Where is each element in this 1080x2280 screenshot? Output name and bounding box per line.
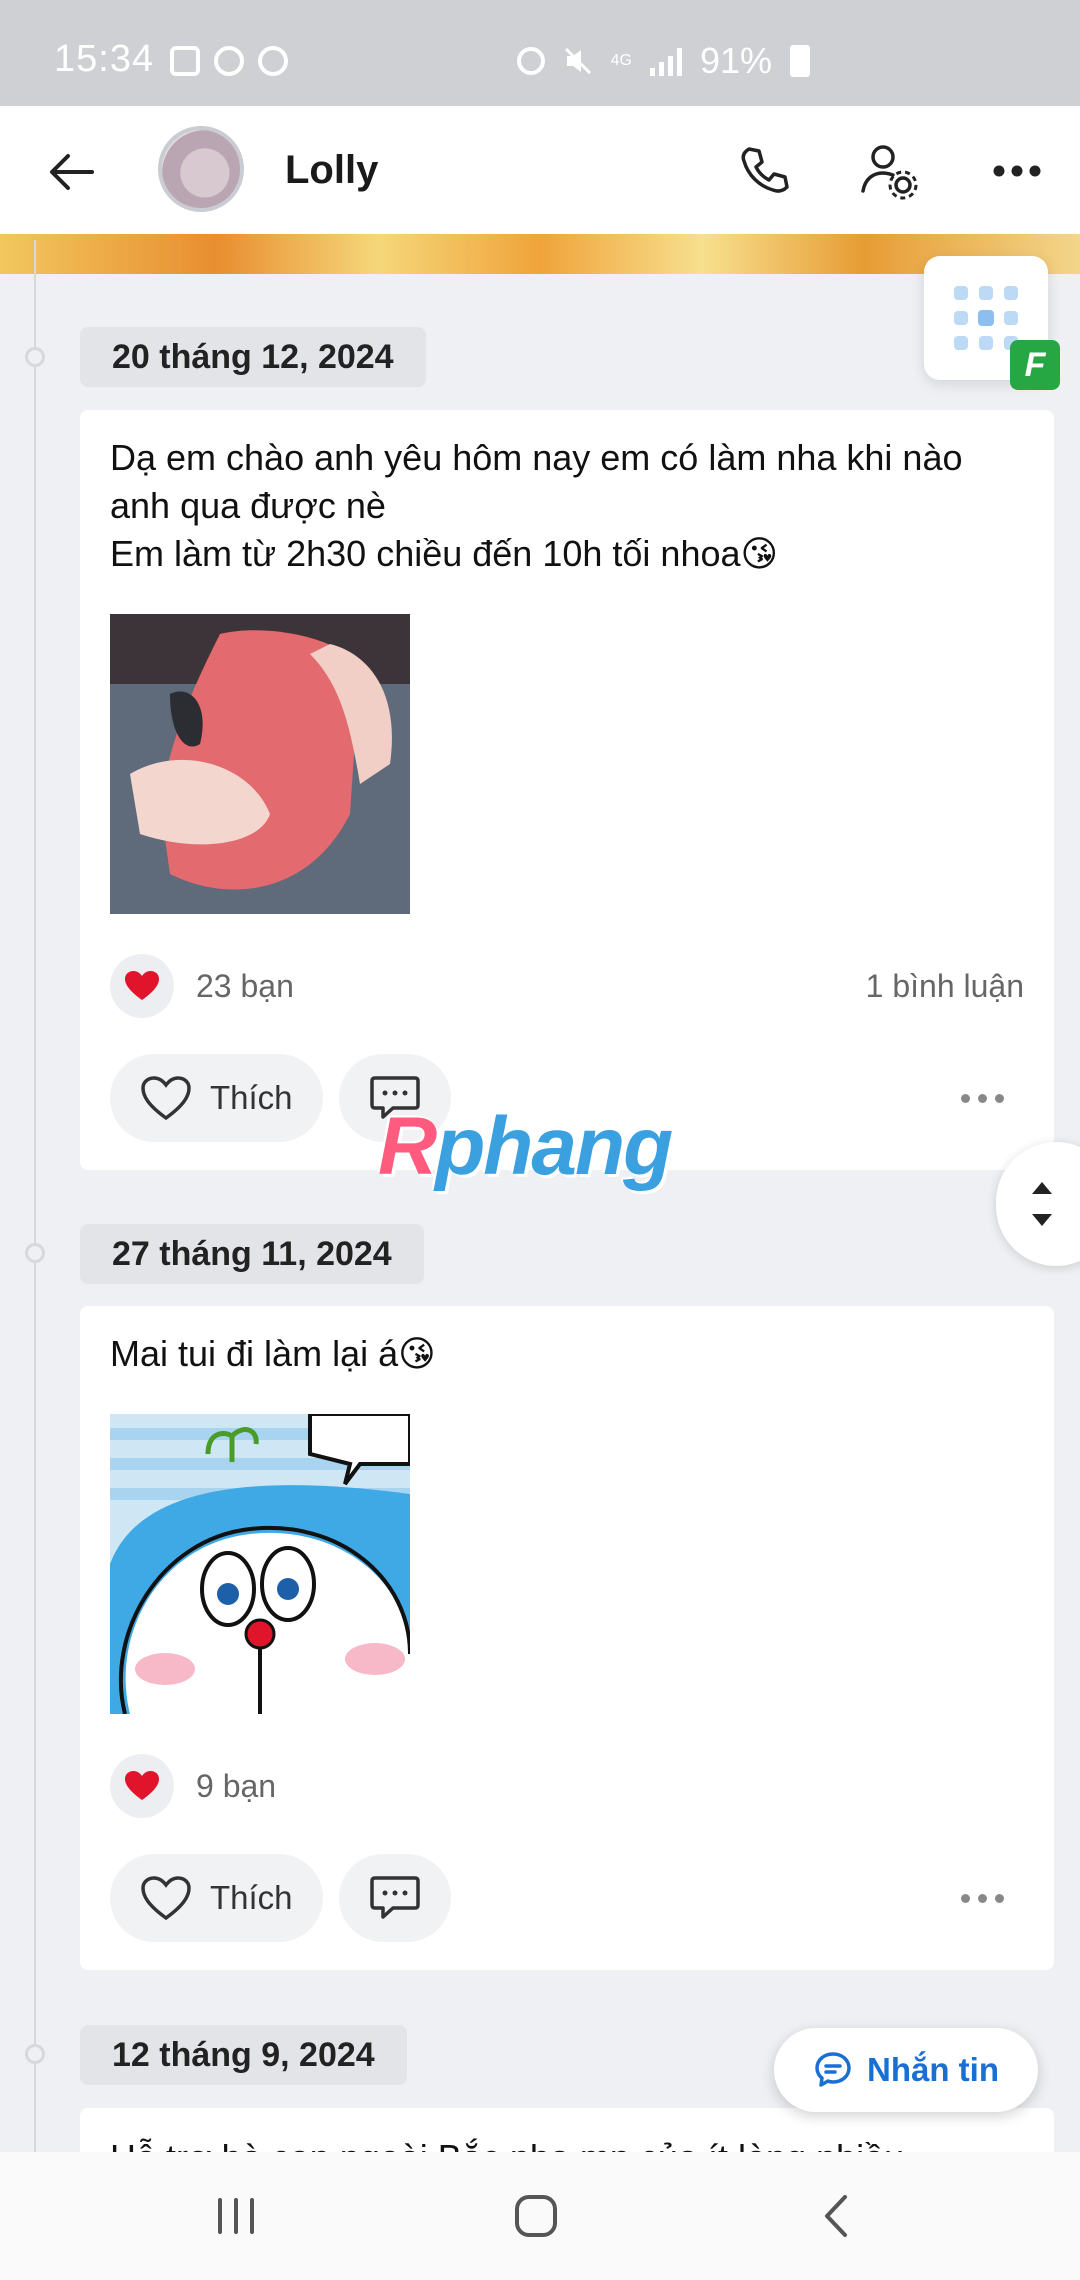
- watermark-logo: Rphang: [378, 1100, 673, 1194]
- gallery-icon: [170, 46, 200, 76]
- status-indicators: 4G 91%: [516, 40, 810, 82]
- post-more-icon[interactable]: [961, 1093, 1004, 1103]
- phone-icon[interactable]: [728, 136, 798, 206]
- post-card: Dạ em chào anh yêu hôm nay em có làm nha…: [80, 410, 1054, 1170]
- post-card: Mai tui đi làm lại á😘 9 bạn Thích: [80, 1306, 1054, 1970]
- more-icon[interactable]: [982, 136, 1052, 206]
- system-nav-bar: [0, 2152, 1080, 2280]
- like-button[interactable]: Thích: [110, 1054, 323, 1142]
- heart-icon[interactable]: [110, 1754, 174, 1818]
- heart-outline-icon: [141, 1876, 191, 1921]
- reaction-row: 9 bạn: [110, 1754, 1024, 1818]
- page-title: Lolly: [285, 148, 379, 192]
- reaction-count[interactable]: 23 bạn: [196, 968, 294, 1005]
- post-photo[interactable]: [110, 1414, 410, 1714]
- action-row: Thích: [110, 1854, 1024, 1942]
- message-button-label: Nhắn tin: [867, 2051, 999, 2088]
- signal-icon: [649, 46, 682, 76]
- app-header: Lolly: [0, 106, 1080, 234]
- battery-icon: [790, 45, 810, 77]
- post-more-icon[interactable]: [961, 1893, 1004, 1903]
- chat-bubble-icon: [815, 2052, 851, 2087]
- comment-button[interactable]: [338, 1854, 451, 1942]
- alarm-icon: [516, 47, 545, 75]
- cover-image: [0, 234, 1080, 274]
- user-settings-icon[interactable]: [854, 136, 924, 206]
- comment-count[interactable]: 1 bình luận: [866, 968, 1024, 1005]
- app-notification-icon: [258, 46, 288, 76]
- timeline-dot: [25, 1243, 45, 1263]
- avatar[interactable]: [158, 126, 244, 212]
- post-date: 27 tháng 11, 2024: [80, 1224, 424, 1284]
- post-text: Dạ em chào anh yêu hôm nay em có làm nha…: [110, 437, 963, 574]
- back-arrow-icon[interactable]: [44, 144, 100, 200]
- watermark-prefix: R: [378, 1101, 437, 1192]
- post-photo[interactable]: [110, 614, 410, 914]
- post-date: 20 tháng 12, 2024: [80, 327, 426, 387]
- like-button[interactable]: Thích: [110, 1854, 323, 1942]
- status-time: 15:34: [54, 38, 155, 80]
- post-text: Mai tui đi làm lại á😘: [110, 1333, 436, 1374]
- timeline-dot: [25, 2044, 45, 2064]
- message-button[interactable]: Nhắn tin: [774, 2028, 1038, 2112]
- reaction-count[interactable]: 9 bạn: [196, 1768, 276, 1805]
- timeline-dot: [25, 347, 45, 367]
- recent-apps-icon[interactable]: [206, 2188, 266, 2244]
- post-date: 12 tháng 9, 2024: [80, 2025, 407, 2085]
- comment-icon: [369, 1876, 420, 1919]
- notification-icons: [170, 46, 288, 76]
- heart-outline-icon: [141, 1076, 191, 1121]
- home-icon[interactable]: [506, 2188, 566, 2244]
- heart-icon[interactable]: [110, 954, 174, 1018]
- timeline-line: [34, 240, 36, 2160]
- f-app-icon[interactable]: F: [1010, 340, 1060, 390]
- status-bar: 15:34 4G 91%: [0, 0, 1080, 106]
- watermark-text: phang: [435, 1101, 673, 1192]
- reaction-row: 23 bạn 1 bình luận: [110, 954, 1024, 1018]
- battery-level: 91%: [699, 40, 772, 81]
- mute-icon: [564, 47, 591, 75]
- like-label: Thích: [210, 1879, 293, 1916]
- back-icon[interactable]: [806, 2188, 866, 2244]
- sync-icon: [214, 46, 244, 76]
- like-label: Thích: [210, 1079, 293, 1116]
- scroll-arrows-icon: [1032, 1182, 1052, 1226]
- network-type: 4G: [610, 52, 632, 69]
